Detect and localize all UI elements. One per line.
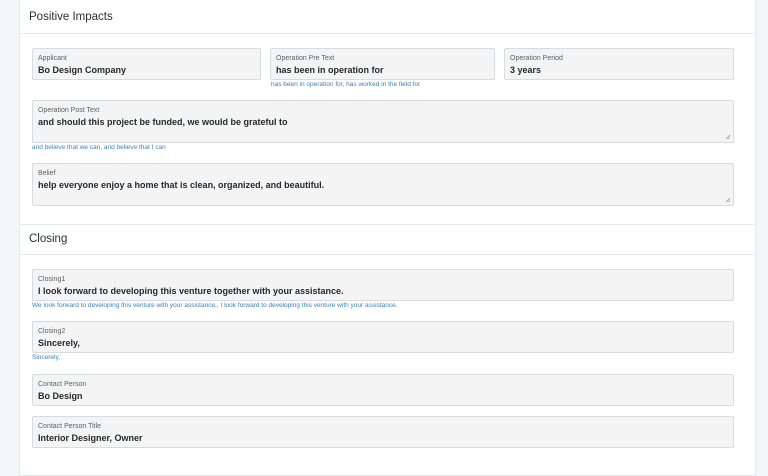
belief-value: help everyone enjoy a home that is clean… <box>38 180 325 190</box>
closing-title: Closing <box>29 233 68 245</box>
operation-post-text-field[interactable]: Operation Post Text and should this proj… <box>32 100 734 143</box>
closing1-value: I look forward to developing this ventur… <box>38 286 344 296</box>
operation-post-text-label: Operation Post Text <box>38 107 100 114</box>
contact-person-title-field[interactable]: Contact Person Title Interior Designer, … <box>32 416 734 448</box>
contact-person-title-label: Contact Person Title <box>38 423 102 430</box>
resize-grip-icon[interactable] <box>725 134 731 140</box>
closing2-hint: Sincerely, <box>32 354 61 361</box>
section-divider <box>19 254 756 255</box>
closing1-field[interactable]: Closing1 I look forward to developing th… <box>32 269 734 301</box>
belief-label: Belief <box>38 170 56 177</box>
applicant-value: Bo Design Company <box>38 65 127 75</box>
belief-field[interactable]: Belief help everyone enjoy a home that i… <box>32 163 734 206</box>
contact-person-title-value: Interior Designer, Owner <box>38 433 143 443</box>
operation-pre-text-label: Operation Pre Text <box>276 55 335 62</box>
section-divider <box>19 33 756 34</box>
closing1-hint: We look forward to developing this ventu… <box>32 302 398 309</box>
operation-period-value: 3 years <box>510 65 542 75</box>
resize-grip-icon[interactable] <box>725 197 731 203</box>
applicant-field[interactable]: Applicant Bo Design Company <box>32 48 261 80</box>
contact-person-label: Contact Person <box>38 381 87 388</box>
operation-period-label: Operation Period <box>510 55 563 62</box>
operation-post-text-value: and should this project be funded, we wo… <box>38 117 288 127</box>
closing2-field[interactable]: Closing2 Sincerely, <box>32 321 734 353</box>
closing2-value: Sincerely, <box>38 338 80 348</box>
contact-person-field[interactable]: Contact Person Bo Design <box>32 374 734 406</box>
applicant-label: Applicant <box>38 55 67 62</box>
operation-period-field[interactable]: Operation Period 3 years <box>504 48 734 80</box>
contact-person-value: Bo Design <box>38 391 83 401</box>
positive-impacts-title: Positive Impacts <box>29 11 113 23</box>
closing2-label: Closing2 <box>38 328 66 335</box>
closing1-label: Closing1 <box>38 276 66 283</box>
operation-post-text-hint: and believe that we can, and believe tha… <box>32 144 166 151</box>
operation-pre-text-value: has been in operation for <box>276 65 384 75</box>
operation-pre-text-field[interactable]: Operation Pre Text has been in operation… <box>270 48 495 80</box>
operation-pre-text-hint: has been in operation for, has worked in… <box>271 81 421 88</box>
